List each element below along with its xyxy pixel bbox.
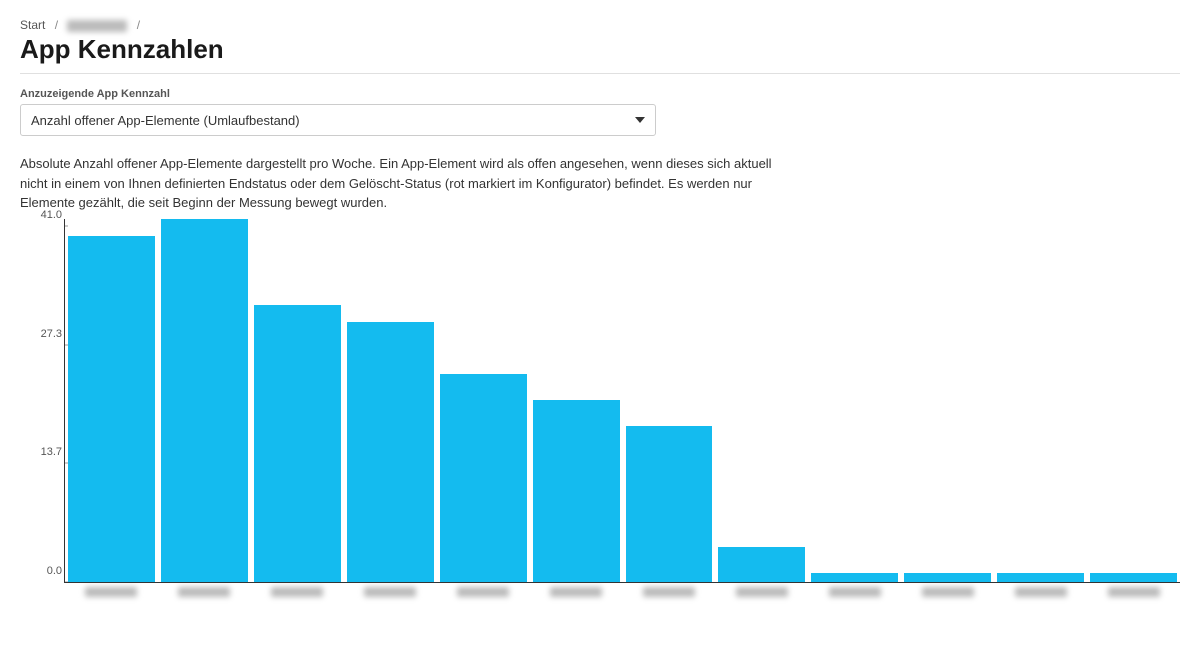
bar-slot [994,219,1087,582]
breadcrumb: Start / / [20,18,1180,32]
x-tick-label [64,583,157,605]
bar-slot [530,219,623,582]
bar-slot [808,219,901,582]
page: Start / / App Kennzahlen Anzuzeigende Ap… [0,0,1200,668]
x-tick-label [1087,583,1180,605]
bar-slot [344,219,437,582]
y-axis: 0.013.727.341.0 [20,219,64,583]
bar-slot [65,219,158,582]
page-title: App Kennzahlen [20,34,1180,65]
bar[interactable] [347,322,434,581]
x-tick-label [529,583,622,605]
bar[interactable] [997,573,1084,582]
filter-label: Anzuzeigende App Kennzahl [20,88,1180,100]
metric-dropdown-value: Anzahl offener App-Elemente (Umlaufbesta… [31,113,300,128]
x-tick-label [622,583,715,605]
bar[interactable] [440,374,527,581]
metric-description: Absolute Anzahl offener App-Elemente dar… [20,154,775,213]
y-tick-label: 27.3 [41,328,62,340]
bars-row [65,219,1180,582]
x-tick-label [994,583,1087,605]
bar-slot [251,219,344,582]
y-tick-label: 13.7 [41,446,62,458]
x-tick-label [436,583,529,605]
x-tick-label [343,583,436,605]
x-tick-label [157,583,250,605]
bar-slot [901,219,994,582]
bar[interactable] [254,305,341,582]
x-axis [64,583,1180,605]
x-tick-label [250,583,343,605]
bar[interactable] [626,426,713,582]
x-tick-label [808,583,901,605]
y-tick-label: 41.0 [41,209,62,221]
breadcrumb-separator: / [137,18,140,32]
x-tick-label [901,583,994,605]
bar-slot [158,219,251,582]
breadcrumb-separator: / [55,18,58,32]
bar[interactable] [1090,573,1177,582]
chevron-down-icon [635,117,645,123]
x-tick-label [715,583,808,605]
breadcrumb-item-redacted[interactable] [67,20,127,32]
divider [20,73,1180,74]
bar-slot [623,219,716,582]
breadcrumb-start[interactable]: Start [20,18,45,32]
bar[interactable] [718,547,805,582]
plot-area [64,219,1180,583]
bar[interactable] [68,236,155,582]
bar-chart: 0.013.727.341.0 [20,219,1180,605]
bar[interactable] [161,219,248,582]
bar-slot [715,219,808,582]
bar[interactable] [533,400,620,582]
bar[interactable] [811,573,898,582]
bar-slot [1087,219,1180,582]
bar[interactable] [904,573,991,582]
metric-dropdown[interactable]: Anzahl offener App-Elemente (Umlaufbesta… [20,104,656,136]
y-tick-label: 0.0 [47,565,62,577]
bar-slot [437,219,530,582]
